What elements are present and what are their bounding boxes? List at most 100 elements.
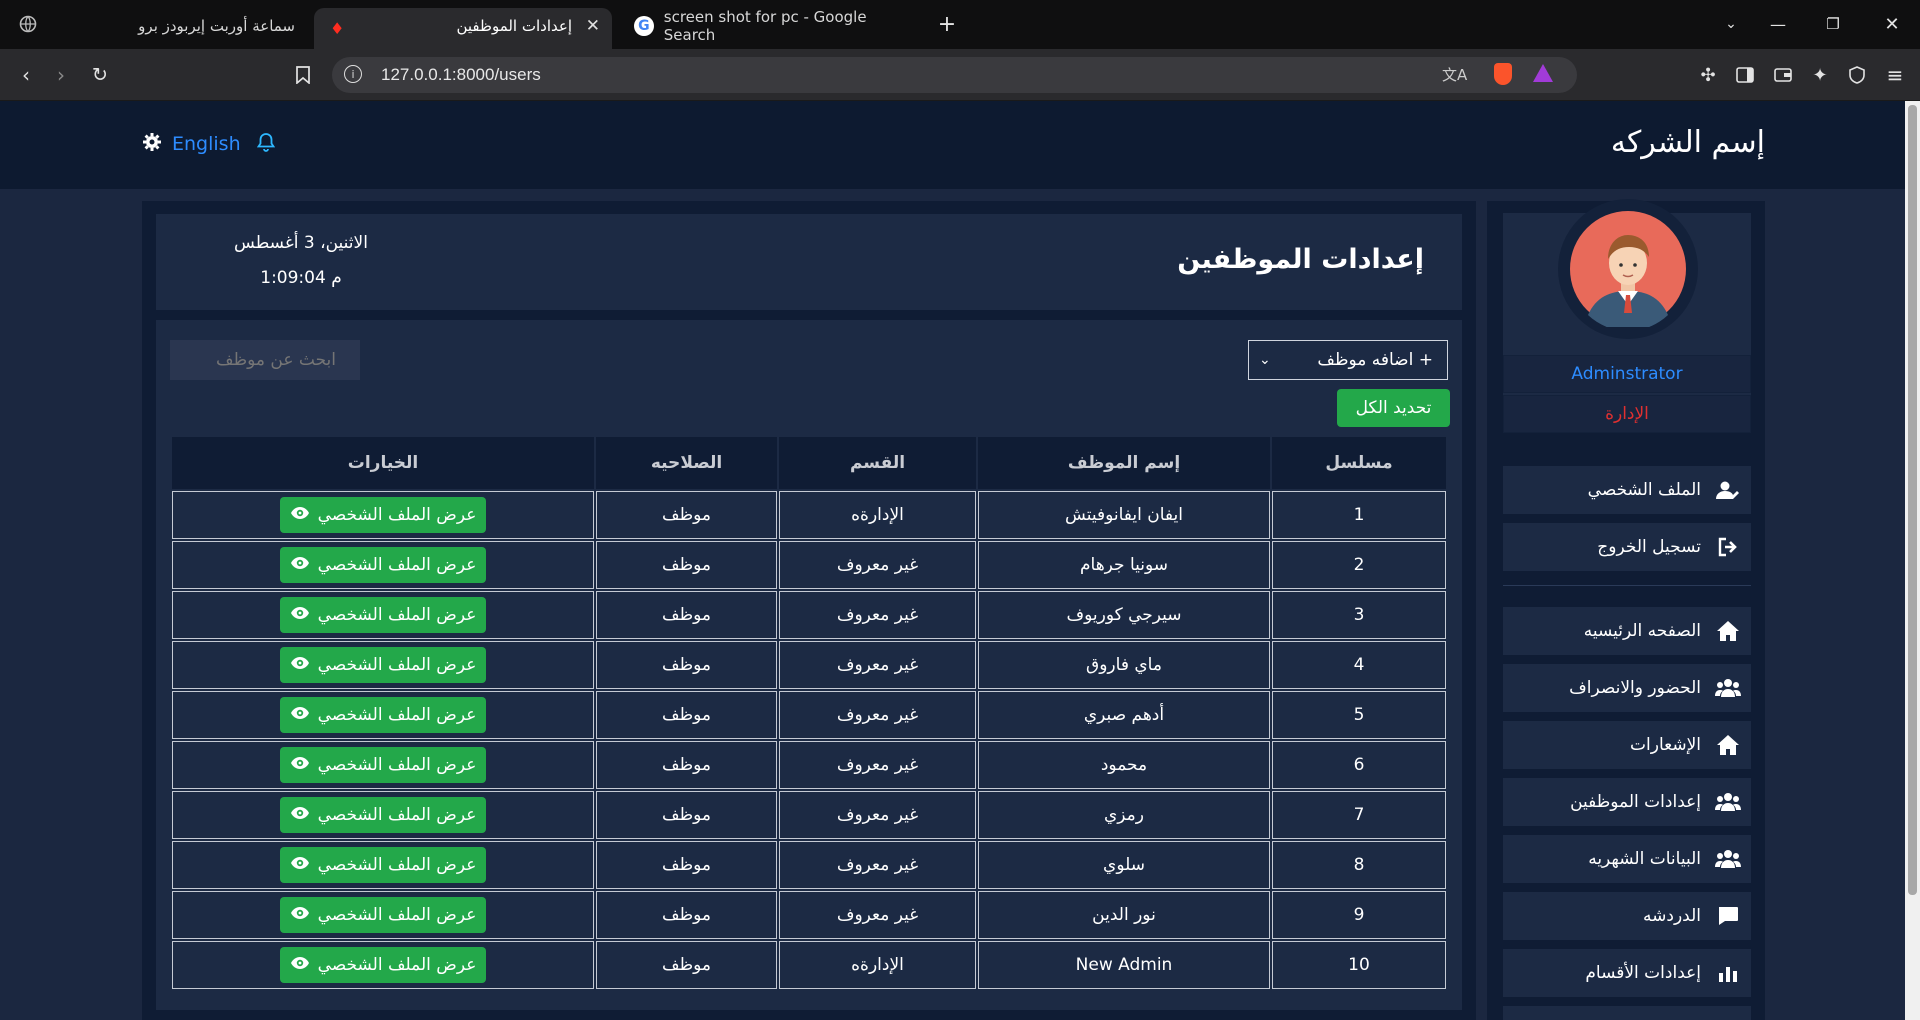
- view-profile-button[interactable]: عرض الملف الشخصي: [279, 547, 487, 583]
- back-icon[interactable]: ‹: [12, 61, 40, 89]
- view-profile-button[interactable]: عرض الملف الشخصي: [279, 897, 487, 933]
- address-bar[interactable]: i 127.0.0.1:8000/users 文A: [332, 57, 1577, 93]
- sidebar-item-profile[interactable]: الملف الشخصي: [1503, 466, 1751, 514]
- serial-cell: 6: [1272, 741, 1446, 789]
- view-profile-button[interactable]: عرض الملف الشخصي: [279, 947, 487, 983]
- page-scrollbar[interactable]: [1905, 101, 1920, 1020]
- tab-title: screen shot for pc - Google Search: [663, 8, 867, 44]
- view-profile-label: عرض الملف الشخصي: [317, 655, 477, 675]
- table-row: 3 سيرجي كوريوف غير معروف موظف عرض الملف الشخ…: [172, 591, 1446, 639]
- home-icon: [1715, 618, 1741, 644]
- close-icon[interactable]: ✕: [586, 16, 600, 36]
- permission-cell: موظف: [596, 591, 777, 639]
- user-name: Adminstrator: [1503, 355, 1751, 393]
- options-cell: عرض الملف الشخصي: [172, 741, 594, 789]
- options-cell: عرض الملف الشخصي: [172, 691, 594, 739]
- brave-shield-icon[interactable]: [1494, 63, 1512, 85]
- table-row: 6 محمود غير معروف موظف عرض الملف الشخصي: [172, 741, 1446, 789]
- name-cell: رمزي: [978, 791, 1270, 839]
- department-cell: غير معروف: [779, 591, 976, 639]
- view-profile-button[interactable]: عرض الملف الشخصي: [279, 847, 487, 883]
- chevron-down-icon[interactable]: ⌄: [1717, 10, 1745, 38]
- view-profile-button[interactable]: عرض الملف الشخصي: [279, 497, 487, 533]
- view-profile-label: عرض الملف الشخصي: [317, 905, 477, 925]
- bookmark-icon[interactable]: [289, 61, 317, 89]
- restore-icon[interactable]: ❐: [1819, 10, 1847, 38]
- department-cell: الإدارةه: [779, 941, 976, 989]
- vpn-shield-icon[interactable]: [1843, 61, 1871, 89]
- options-cell: عرض الملف الشخصي: [172, 941, 594, 989]
- close-window-icon[interactable]: ✕: [1878, 10, 1906, 38]
- user-role: الإدارة: [1503, 395, 1751, 433]
- new-tab-icon[interactable]: +: [933, 10, 961, 38]
- view-profile-button[interactable]: عرض الملف الشخصي: [279, 797, 487, 833]
- department-cell: غير معروف: [779, 741, 976, 789]
- department-cell: غير معروف: [779, 891, 976, 939]
- profile-card: Adminstrator الإدارة: [1503, 199, 1751, 433]
- brave-rewards-icon[interactable]: [1533, 64, 1553, 82]
- tab-inactive[interactable]: G screen shot for pc - Google Search: [620, 8, 920, 44]
- sidebar: Adminstrator الإدارة الملف الشخصي تسجيل …: [1487, 199, 1765, 1020]
- tab-inactive[interactable]: سماعة أوربت إيربودز برو: [60, 8, 305, 44]
- reload-icon[interactable]: ↻: [86, 61, 114, 89]
- wallet-icon[interactable]: [1769, 61, 1797, 89]
- view-profile-button[interactable]: عرض الملف الشخصي: [279, 597, 487, 633]
- select-all-button[interactable]: تحديد الكل: [1337, 389, 1450, 427]
- sidebar-item-employee-settings[interactable]: إعدادات الموظفين: [1503, 778, 1751, 826]
- extensions-icon[interactable]: ✣: [1694, 61, 1722, 89]
- view-profile-button[interactable]: عرض الملف الشخصي: [279, 747, 487, 783]
- sidebar-item-more[interactable]: [1503, 1006, 1751, 1020]
- eye-icon: [290, 555, 310, 575]
- sidebar-item-attendance[interactable]: الحضور والانصراف: [1503, 664, 1751, 712]
- view-profile-button[interactable]: عرض الملف الشخصي: [279, 647, 487, 683]
- forward-icon[interactable]: ›: [47, 61, 75, 89]
- options-cell: عرض الملف الشخصي: [172, 491, 594, 539]
- table-row: 4 ماي فاروق غير معروف موظف عرض الملف الشخصي: [172, 641, 1446, 689]
- table-row: 10 New Admin الإدارةه موظف عرض الملف الشخصي: [172, 941, 1446, 989]
- scrollbar-thumb[interactable]: [1908, 105, 1917, 895]
- department-cell: غير معروف: [779, 641, 976, 689]
- table-row: 7 رمزي غير معروف موظف عرض الملف الشخصي: [172, 791, 1446, 839]
- table-row: 2 سونيا جرهام غير معروف موظف عرض الملف الشخص…: [172, 541, 1446, 589]
- add-employee-label: اضافه موظف +: [1317, 350, 1433, 370]
- sidebar-item-chat[interactable]: الدردشه: [1503, 892, 1751, 940]
- menu-icon[interactable]: ≡: [1881, 61, 1909, 89]
- sidebar-item-notifications[interactable]: الإشعارات: [1503, 721, 1751, 769]
- language-switch-link[interactable]: English: [172, 133, 241, 155]
- permission-cell: موظف: [596, 891, 777, 939]
- notification-bell-icon[interactable]: [256, 132, 275, 156]
- user-role-text: الإدارة: [1605, 404, 1649, 424]
- sidebar-item-monthly-data[interactable]: البيانات الشهريه: [1503, 835, 1751, 883]
- permission-cell: موظف: [596, 491, 777, 539]
- translate-icon[interactable]: 文A: [1442, 64, 1467, 85]
- add-employee-dropdown[interactable]: ⌄ اضافه موظف +: [1248, 340, 1448, 380]
- globe-icon[interactable]: [14, 10, 42, 38]
- header-tools: English: [142, 132, 275, 156]
- leo-ai-icon[interactable]: ✦: [1806, 61, 1834, 89]
- eye-icon: [290, 505, 310, 525]
- sidebar-item-departments[interactable]: إعدادات الأقسام: [1503, 949, 1751, 997]
- home-icon: [1715, 732, 1741, 758]
- eye-icon: [290, 605, 310, 625]
- col-header-name: إسم الموظف: [978, 437, 1270, 489]
- sidebar-item-home[interactable]: الصفحه الرئيسيه: [1503, 607, 1751, 655]
- sidebar-item-label: الدردشه: [1643, 906, 1701, 926]
- avatar[interactable]: [1558, 199, 1698, 339]
- options-cell: عرض الملف الشخصي: [172, 841, 594, 889]
- google-icon: G: [634, 16, 654, 36]
- eye-icon: [290, 955, 310, 975]
- sidebar-toggle-icon[interactable]: [1731, 61, 1759, 89]
- tab-active[interactable]: ♦ إعدادات الموظفين ✕: [314, 8, 612, 49]
- sidebar-item-logout[interactable]: تسجيل الخروج: [1503, 523, 1751, 571]
- view-profile-button[interactable]: عرض الملف الشخصي: [279, 697, 487, 733]
- permission-cell: موظف: [596, 941, 777, 989]
- name-cell: محمود: [978, 741, 1270, 789]
- settings-gear-icon[interactable]: [142, 132, 162, 156]
- options-cell: عرض الملف الشخصي: [172, 891, 594, 939]
- company-brand[interactable]: إسم الشركه: [1611, 125, 1765, 160]
- minimize-icon[interactable]: —: [1764, 10, 1792, 38]
- title-card: إعدادات الموظفين الاثنين، 3 أغسطس 1:09:0…: [156, 214, 1462, 310]
- eye-icon: [290, 655, 310, 675]
- site-info-icon[interactable]: i: [344, 65, 362, 83]
- search-employee-input[interactable]: [170, 340, 360, 380]
